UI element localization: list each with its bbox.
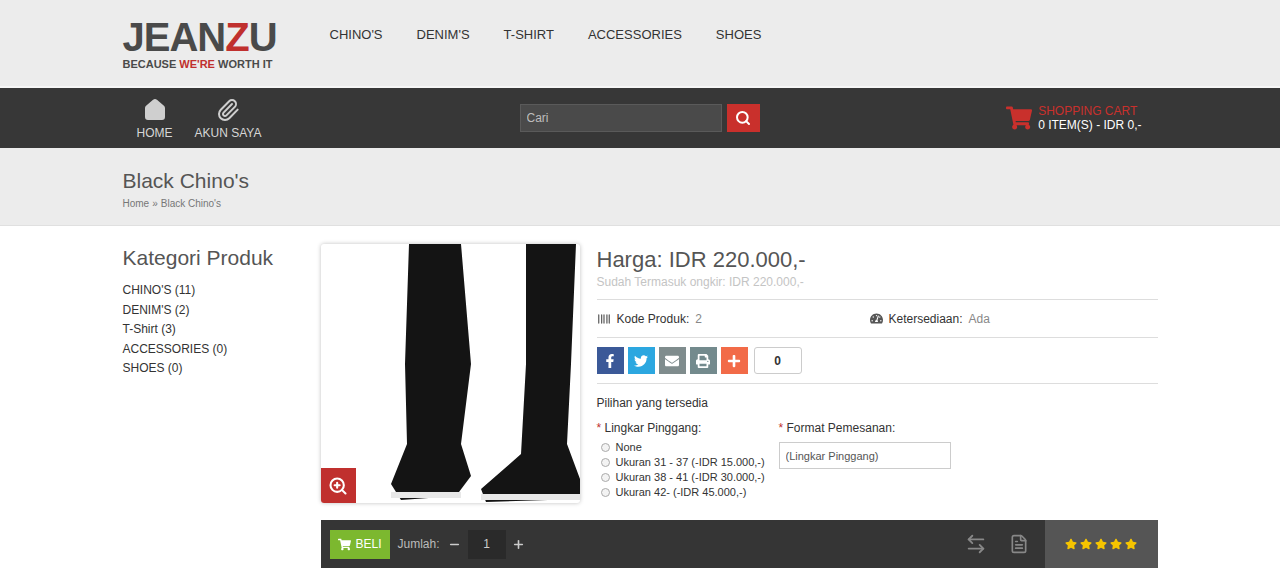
product-details: Harga: IDR 220.000,-Sudah Termasuk ongki…: [597, 244, 1158, 503]
search-icon: [735, 110, 751, 126]
printer-icon: [696, 354, 710, 368]
waist-radio[interactable]: Ukuran 38 - 41 (-IDR 30.000,-): [601, 470, 779, 485]
product-photo-icon: [321, 244, 580, 503]
format-input[interactable]: [779, 442, 951, 469]
category-item[interactable]: CHINO'S (11): [123, 281, 321, 301]
main-bar: HOME AKUN SAYA SHOPPING CART0 ITEM(S) - ID…: [0, 88, 1280, 148]
top-nav-item[interactable]: T-SHIRT: [504, 25, 554, 45]
search-button[interactable]: [727, 104, 760, 132]
options: * Lingkar Pinggang: NoneUkuran 31 - 37 (-…: [597, 420, 1158, 500]
logo-title: JEANZU: [123, 17, 330, 57]
waist-radio-list: NoneUkuran 31 - 37 (-IDR 15.000,-)Ukuran…: [597, 440, 779, 500]
cart[interactable]: SHOPPING CART0 ITEM(S) - IDR 0,-: [1006, 104, 1141, 132]
buy-button[interactable]: BELI: [330, 530, 390, 559]
share-button[interactable]: [597, 347, 624, 374]
share-bar: 0: [597, 338, 1158, 383]
barcode-icon: [597, 312, 611, 326]
quantity-input[interactable]: 1: [468, 530, 506, 559]
top-nav-item[interactable]: ACCESSORIES: [588, 25, 682, 45]
product-meta: Kode Produk:2Ketersediaan:Ada: [597, 300, 1158, 337]
main-nav-item[interactable]: HOME: [137, 98, 173, 142]
format-label: * Format Pemesanan:: [779, 420, 951, 436]
share-button[interactable]: [690, 347, 717, 374]
waist-label: * Lingkar Pinggang:: [597, 420, 779, 436]
search-input[interactable]: [520, 104, 722, 132]
logo-tagline: BECAUSE WE'RE WORTH IT: [123, 57, 330, 71]
radio-circle-icon: [601, 473, 610, 482]
zoom-button[interactable]: [321, 468, 356, 503]
cart-summary: 0 ITEM(S) - IDR 0,-: [1038, 118, 1141, 132]
plus-icon: [727, 354, 741, 368]
breadcrumb-item[interactable]: Home: [123, 196, 150, 211]
twitter-icon: [634, 354, 648, 368]
star-icon[interactable]: [1095, 538, 1107, 550]
share-count: 0: [754, 347, 802, 374]
content: Kategori Produk CHINO'S (11)DENIM'S (2)T-…: [123, 226, 1158, 568]
category-item[interactable]: DENIM'S (2): [123, 301, 321, 321]
header: JEANZUBECAUSE WE'RE WORTH ITCHINO'S DENIM…: [0, 0, 1280, 88]
top-nav-item[interactable]: CHINO'S: [330, 25, 383, 45]
breadcrumb-item[interactable]: Black Chino's: [161, 196, 221, 211]
page: JEANZUBECAUSE WE'RE WORTH ITCHINO'S DENIM…: [0, 0, 1280, 574]
share-button[interactable]: [721, 347, 748, 374]
price: Harga: IDR 220.000,-: [597, 246, 1158, 274]
share-button[interactable]: [628, 347, 655, 374]
sidebar-title: Kategori Produk: [123, 244, 321, 272]
share-button[interactable]: [659, 347, 686, 374]
email-icon: [665, 354, 679, 368]
waist-option: * Lingkar Pinggang: NoneUkuran 31 - 37 (-…: [597, 420, 779, 500]
document-icon: [1009, 534, 1029, 554]
zoom-icon: [328, 476, 348, 496]
buy-bar: BELI Jumlah: 1: [321, 520, 1158, 568]
star-icon[interactable]: [1065, 538, 1077, 550]
cart-icon: [1006, 106, 1032, 130]
category-item[interactable]: T-Shirt (3): [123, 320, 321, 340]
sidebar: Kategori Produk CHINO'S (11)DENIM'S (2)T-…: [123, 244, 321, 568]
title-band: Black Chino'sHome»Black Chino's: [0, 148, 1280, 226]
options-title: Pilihan yang tersedia: [597, 394, 1158, 412]
home-icon: [143, 98, 167, 122]
search: [520, 104, 760, 132]
radio-circle-icon: [601, 488, 610, 497]
rating: [1045, 520, 1158, 568]
page-title: Black Chino's: [123, 168, 1158, 194]
plus-icon: [512, 538, 525, 551]
star-icon[interactable]: [1125, 538, 1137, 550]
increase-button[interactable]: [512, 537, 526, 551]
category-item[interactable]: SHOES (0): [123, 359, 321, 379]
category-list: CHINO'S (11)DENIM'S (2)T-Shirt (3)ACCESS…: [123, 281, 321, 379]
main-nav: HOME AKUN SAYA: [123, 94, 520, 142]
compare-icon: [965, 533, 987, 555]
paperclip-icon: [216, 98, 240, 122]
top-nav: CHINO'S DENIM'S T-SHIRT ACCESSORIES SHOES: [330, 25, 762, 45]
cart-icon: [338, 538, 351, 551]
gauge-icon: [870, 312, 883, 325]
waist-radio[interactable]: None: [601, 440, 779, 455]
decrease-button[interactable]: [448, 537, 462, 551]
facebook-icon: [603, 354, 617, 368]
cart-title: SHOPPING CART: [1038, 104, 1141, 118]
format-option: * Format Pemesanan:: [779, 420, 951, 500]
top-nav-item[interactable]: SHOES: [716, 25, 762, 45]
product-image[interactable]: [321, 244, 580, 503]
minus-icon: [448, 538, 461, 551]
waist-radio[interactable]: Ukuran 31 - 37 (-IDR 15.000,-): [601, 455, 779, 470]
product-code: Kode Produk:2: [597, 310, 870, 328]
product: Harga: IDR 220.000,-Sudah Termasuk ongki…: [321, 244, 1158, 568]
top-nav-item[interactable]: DENIM'S: [417, 25, 470, 45]
quantity-label: Jumlah:: [398, 535, 440, 553]
breadcrumb: Home»Black Chino's: [123, 196, 1158, 211]
document-button[interactable]: [1009, 534, 1029, 554]
shipping-note: Sudah Termasuk ongkir: IDR 220.000,-: [597, 274, 1158, 290]
star-icon[interactable]: [1110, 538, 1122, 550]
radio-circle-icon: [601, 443, 610, 452]
main-nav-item[interactable]: AKUN SAYA: [195, 98, 262, 142]
star-icon[interactable]: [1080, 538, 1092, 550]
availability: Ketersediaan:Ada: [870, 310, 990, 328]
waist-radio[interactable]: Ukuran 42- (-IDR 45.000,-): [601, 485, 779, 500]
radio-circle-icon: [601, 458, 610, 467]
logo[interactable]: JEANZUBECAUSE WE'RE WORTH IT: [123, 15, 330, 71]
category-item[interactable]: ACCESSORIES (0): [123, 340, 321, 360]
compare-button[interactable]: [965, 533, 987, 555]
